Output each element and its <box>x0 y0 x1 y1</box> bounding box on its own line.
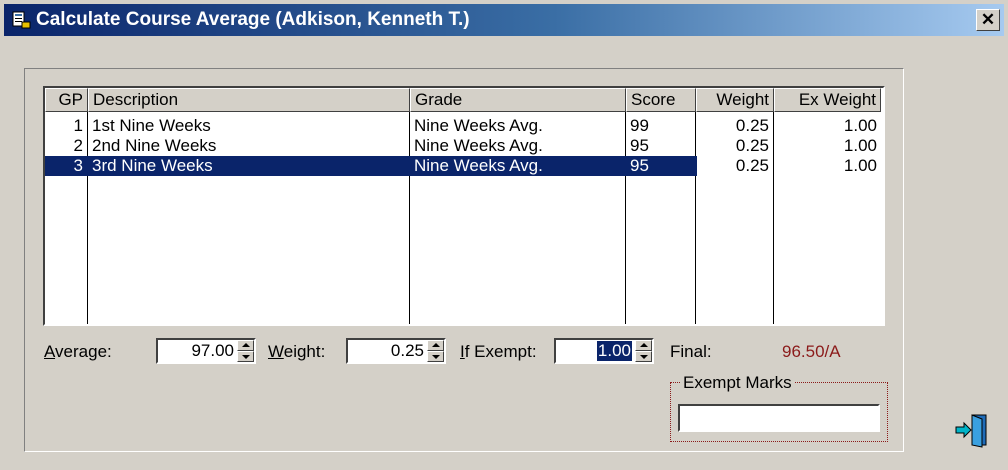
table-row[interactable]: 2 2nd Nine Weeks Nine Weeks Avg. 95 0.25… <box>45 136 883 156</box>
cell-grade: Nine Weeks Avg. <box>414 136 543 155</box>
header-gp[interactable]: GP <box>45 88 88 112</box>
header-weight[interactable]: Weight <box>696 88 774 112</box>
final-label: Final: <box>670 342 712 361</box>
cell-ex-weight: 1.00 <box>843 136 877 155</box>
average-spinner[interactable]: 97.00 <box>156 338 256 364</box>
if-exempt-spinner[interactable]: 1.00 <box>554 338 654 364</box>
final-value: 96.50/A <box>782 342 841 361</box>
cell-score: 95 <box>630 156 649 175</box>
if-exempt-value[interactable]: 1.00 <box>596 341 632 361</box>
grade-grid[interactable]: GP Description Grade Score Weight Ex Wei… <box>43 86 885 326</box>
average-spin-buttons[interactable] <box>237 340 254 362</box>
spin-up-icon[interactable] <box>635 340 652 351</box>
app-icon <box>12 11 31 29</box>
exempt-marks-label: Exempt Marks <box>680 374 795 392</box>
cell-score: 99 <box>630 116 649 135</box>
if-exempt-label: If Exempt: <box>460 342 537 361</box>
cell-gp: 2 <box>73 136 83 155</box>
window-title: Calculate Course Average (Adkison, Kenne… <box>36 9 470 30</box>
close-icon: ✕ <box>980 10 996 29</box>
header-score[interactable]: Score <box>626 88 696 112</box>
cell-gp: 1 <box>73 116 83 135</box>
cell-description: 2nd Nine Weeks <box>92 136 217 155</box>
cell-weight: 0.25 <box>735 116 769 135</box>
table-row-selected[interactable]: 3 3rd Nine Weeks Nine Weeks Avg. 95 0.25… <box>45 156 883 176</box>
weight-value[interactable]: 0.25 <box>391 341 424 361</box>
close-button[interactable]: ✕ <box>976 9 1000 31</box>
cell-weight: 0.25 <box>735 136 769 155</box>
average-label: Average: <box>44 342 112 361</box>
exempt-marks-input[interactable] <box>678 404 880 432</box>
header-ex-weight[interactable]: Ex Weight <box>774 88 881 112</box>
spin-down-icon[interactable] <box>427 351 444 362</box>
cell-ex-weight: 1.00 <box>843 156 877 175</box>
cell-ex-weight: 1.00 <box>843 116 877 135</box>
title-bar: Calculate Course Average (Adkison, Kenne… <box>4 4 1004 36</box>
average-value[interactable]: 97.00 <box>191 341 234 361</box>
exit-door-icon[interactable] <box>954 412 990 448</box>
weight-spinner[interactable]: 0.25 <box>346 338 446 364</box>
spin-down-icon[interactable] <box>635 351 652 362</box>
weight-spin-buttons[interactable] <box>427 340 444 362</box>
spin-up-icon[interactable] <box>427 340 444 351</box>
if-exempt-spin-buttons[interactable] <box>635 340 652 362</box>
spin-up-icon[interactable] <box>237 340 254 351</box>
table-row[interactable]: 1 1st Nine Weeks Nine Weeks Avg. 99 0.25… <box>45 116 883 136</box>
header-grade[interactable]: Grade <box>410 88 626 112</box>
weight-label: Weight: <box>268 342 326 361</box>
cell-gp: 3 <box>73 156 83 175</box>
cell-grade: Nine Weeks Avg. <box>414 116 543 135</box>
cell-description: 3rd Nine Weeks <box>92 156 213 175</box>
cell-score: 95 <box>630 136 649 155</box>
cell-description: 1st Nine Weeks <box>92 116 211 135</box>
spin-down-icon[interactable] <box>237 351 254 362</box>
header-description[interactable]: Description <box>88 88 410 112</box>
cell-weight: 0.25 <box>735 156 769 175</box>
cell-grade: Nine Weeks Avg. <box>414 156 543 175</box>
